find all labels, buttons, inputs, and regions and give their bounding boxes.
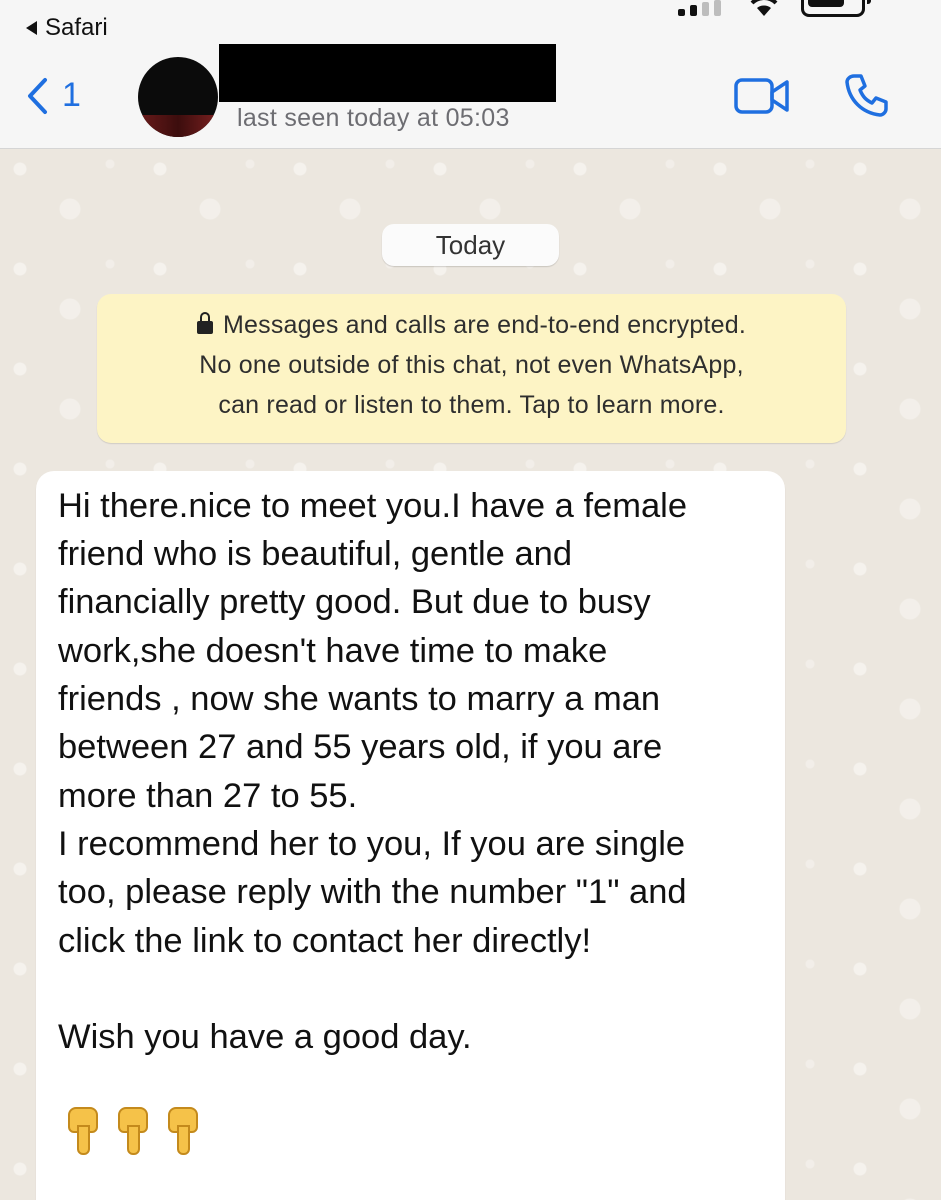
message-line: friend who is beautiful, gentle and [58, 535, 573, 573]
voice-call-button[interactable] [844, 72, 890, 123]
video-call-button[interactable] [734, 76, 790, 121]
message-line: work,she doesn't have time to make [58, 632, 608, 670]
message-line: I recommend her to you, If you are singl… [58, 825, 686, 863]
emoji-row [62, 1107, 198, 1155]
message-line: friends , now she wants to marry a man [58, 680, 661, 718]
incoming-message-bubble[interactable]: Hi there.nice to meet you.I have a femal… [36, 471, 785, 1200]
message-line: between 27 and 55 years old, if you are [58, 728, 663, 766]
back-triangle-icon [26, 21, 37, 35]
date-separator: Today [382, 224, 559, 266]
avatar[interactable] [138, 57, 218, 137]
phone-icon [845, 74, 888, 117]
chat-header: 1 last seen today at 05:03 [0, 44, 941, 149]
contact-name-redacted[interactable] [219, 44, 556, 102]
chat-area[interactable]: Today Messages and calls are end-to-end … [0, 149, 941, 1200]
encryption-notice[interactable]: Messages and calls are end-to-end encryp… [97, 294, 846, 443]
battery-icon [801, 0, 871, 17]
wifi-icon [750, 0, 778, 16]
video-camera-icon [734, 78, 789, 114]
message-line: click the link to contact her directly! [58, 922, 592, 960]
pointing-down-hand-icon [112, 1107, 148, 1155]
lock-icon [197, 312, 213, 334]
back-to-safari[interactable]: Safari [26, 14, 108, 42]
status-bar: Safari [0, 0, 941, 48]
chevron-left-icon [28, 77, 47, 114]
message-line: financially pretty good. But due to busy [58, 583, 651, 621]
message-line: more than 27 to 55. [58, 777, 358, 815]
unread-count: 1 [62, 76, 81, 114]
last-seen-status: last seen today at 05:03 [237, 104, 510, 132]
back-app-label: Safari [45, 14, 108, 41]
cellular-signal-icon [678, 0, 721, 16]
back-to-chats-button[interactable]: 1 [26, 76, 81, 115]
pointing-down-hand-icon [62, 1107, 98, 1155]
encryption-notice-line2: No one outside of this chat, not even Wh… [199, 351, 744, 379]
pointing-down-hand-icon [162, 1107, 198, 1155]
message-line: Hi there.nice to meet you.I have a femal… [58, 487, 688, 525]
encryption-notice-line3: can read or listen to them. Tap to learn… [218, 391, 725, 419]
message-line: Wish you have a good day. [58, 1018, 472, 1056]
encryption-notice-line1: Messages and calls are end-to-end encryp… [223, 311, 746, 339]
message-line: too, please reply with the number "1" an… [58, 873, 687, 911]
